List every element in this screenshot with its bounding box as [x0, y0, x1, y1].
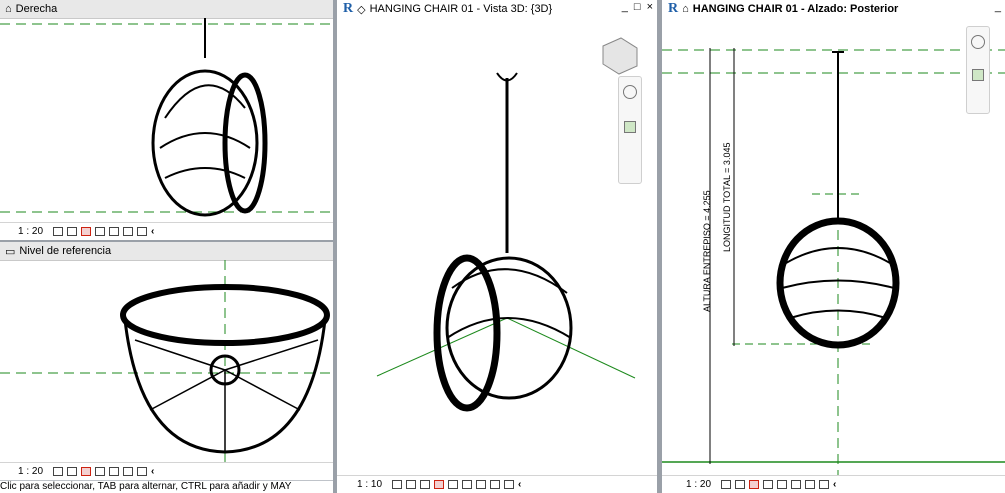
view-control-bar: 1 : 20 ‹	[0, 462, 333, 480]
shadows-icon[interactable]	[95, 227, 106, 236]
scale-label[interactable]: 1 : 20	[18, 466, 43, 477]
minimize-button[interactable]: _	[622, 1, 628, 13]
scale-label[interactable]: 1 : 20	[686, 479, 711, 490]
pane-splitter[interactable]	[333, 0, 337, 493]
chevron-left-icon[interactable]: ‹	[151, 466, 154, 477]
visual-style-icon[interactable]	[735, 480, 746, 489]
close-button[interactable]: ×	[647, 1, 653, 13]
navigation-bar[interactable]	[618, 76, 642, 184]
nivel-canvas[interactable]	[0, 260, 333, 463]
lock-view-icon[interactable]	[490, 480, 501, 489]
show-crop-icon[interactable]	[476, 480, 487, 489]
view-control-bar: 1 : 20 ‹	[0, 222, 333, 240]
view-alzado-posterior[interactable]: R ⌂ HANGING CHAIR 01 - Alzado: Posterior…	[662, 0, 1005, 493]
detail-level-icon[interactable]	[53, 467, 64, 476]
minimize-button[interactable]: _	[995, 1, 1001, 13]
view-control-icons: ‹	[392, 479, 521, 490]
shadows-icon[interactable]	[763, 480, 774, 489]
house-icon: ⌂	[5, 3, 12, 15]
crop-icon[interactable]	[109, 467, 120, 476]
shadows-icon[interactable]	[434, 480, 445, 489]
view-tab-derecha[interactable]: ⌂ Derecha	[0, 0, 333, 19]
dim-altura-entrepiso: ALTURA ENTREPISO = 4.255	[702, 190, 712, 312]
view-title: HANGING CHAIR 01 - Alzado: Posterior	[692, 3, 899, 15]
view-title: Nivel de referencia	[19, 245, 112, 257]
steering-wheel-icon[interactable]	[623, 85, 637, 99]
view-title: Derecha	[15, 3, 58, 15]
view-control-bar: 1 : 20 ‹	[662, 475, 1005, 493]
chevron-left-icon[interactable]: ‹	[151, 226, 154, 237]
crop-icon[interactable]	[777, 480, 788, 489]
temp-hide-icon[interactable]	[137, 227, 148, 236]
alzado-canvas[interactable]	[662, 18, 1005, 476]
detail-level-icon[interactable]	[721, 480, 732, 489]
view-window-titlebar[interactable]: R ⌂ HANGING CHAIR 01 - Alzado: Posterior…	[662, 0, 1005, 18]
view-nivel-referencia[interactable]: ▭ Nivel de referencia 1 : 20 ‹	[0, 242, 333, 480]
view-control-icons: ‹	[721, 479, 836, 490]
pane-splitter[interactable]	[657, 0, 662, 493]
show-crop-icon[interactable]	[791, 480, 802, 489]
temp-hide-icon[interactable]	[504, 480, 515, 489]
crop-icon[interactable]	[462, 480, 473, 489]
scale-label[interactable]: 1 : 20	[18, 226, 43, 237]
revit-logo-icon: R	[668, 1, 679, 16]
view-title: HANGING CHAIR 01 - Vista 3D: {3D}	[369, 3, 553, 15]
temp-hide-icon[interactable]	[137, 467, 148, 476]
zoom-icon[interactable]	[624, 121, 636, 133]
crop-icon[interactable]	[109, 227, 120, 236]
visual-style-icon[interactable]	[67, 227, 78, 236]
show-crop-icon[interactable]	[123, 227, 134, 236]
show-crop-icon[interactable]	[123, 467, 134, 476]
view-window-titlebar[interactable]: R ◇ HANGING CHAIR 01 - Vista 3D: {3D} _ …	[337, 0, 657, 18]
pane-splitter[interactable]	[0, 240, 333, 242]
shadows-icon[interactable]	[95, 467, 106, 476]
cube-icon: ◇	[357, 3, 366, 16]
derecha-canvas[interactable]	[0, 18, 333, 223]
status-message: Clic para seleccionar, TAB para alternar…	[0, 481, 333, 493]
render-icon[interactable]	[448, 480, 459, 489]
view-derecha[interactable]: ⌂ Derecha 1 : 20 ‹	[0, 0, 333, 240]
restore-button[interactable]: □	[634, 1, 641, 13]
dim-longitud-total: LONGITUD TOTAL = 3.045	[722, 142, 732, 252]
navigation-bar[interactable]	[966, 26, 990, 114]
view-3d[interactable]: R ◇ HANGING CHAIR 01 - Vista 3D: {3D} _ …	[337, 0, 657, 493]
level-plan-icon: ▭	[5, 245, 16, 258]
view-control-bar: 1 : 10 ‹	[337, 475, 657, 493]
view-tab-nivel[interactable]: ▭ Nivel de referencia	[0, 242, 333, 261]
reveal-hidden-icon[interactable]	[819, 480, 830, 489]
3d-canvas[interactable]	[337, 18, 657, 476]
zoom-icon[interactable]	[972, 69, 984, 81]
sun-path-icon[interactable]	[420, 480, 431, 489]
house-icon: ⌂	[682, 3, 689, 15]
sun-path-icon[interactable]	[81, 227, 92, 236]
detail-level-icon[interactable]	[53, 227, 64, 236]
view-control-icons: ‹	[53, 226, 154, 237]
visual-style-icon[interactable]	[67, 467, 78, 476]
chevron-left-icon[interactable]: ‹	[833, 479, 836, 490]
chevron-left-icon[interactable]: ‹	[518, 479, 521, 490]
scale-label[interactable]: 1 : 10	[357, 479, 382, 490]
sun-path-icon[interactable]	[81, 467, 92, 476]
visual-style-icon[interactable]	[406, 480, 417, 489]
steering-wheel-icon[interactable]	[971, 35, 985, 49]
detail-level-icon[interactable]	[392, 480, 403, 489]
revit-logo-icon: R	[343, 1, 354, 16]
sun-path-icon[interactable]	[749, 480, 760, 489]
temp-hide-icon[interactable]	[805, 480, 816, 489]
view-control-icons: ‹	[53, 466, 154, 477]
